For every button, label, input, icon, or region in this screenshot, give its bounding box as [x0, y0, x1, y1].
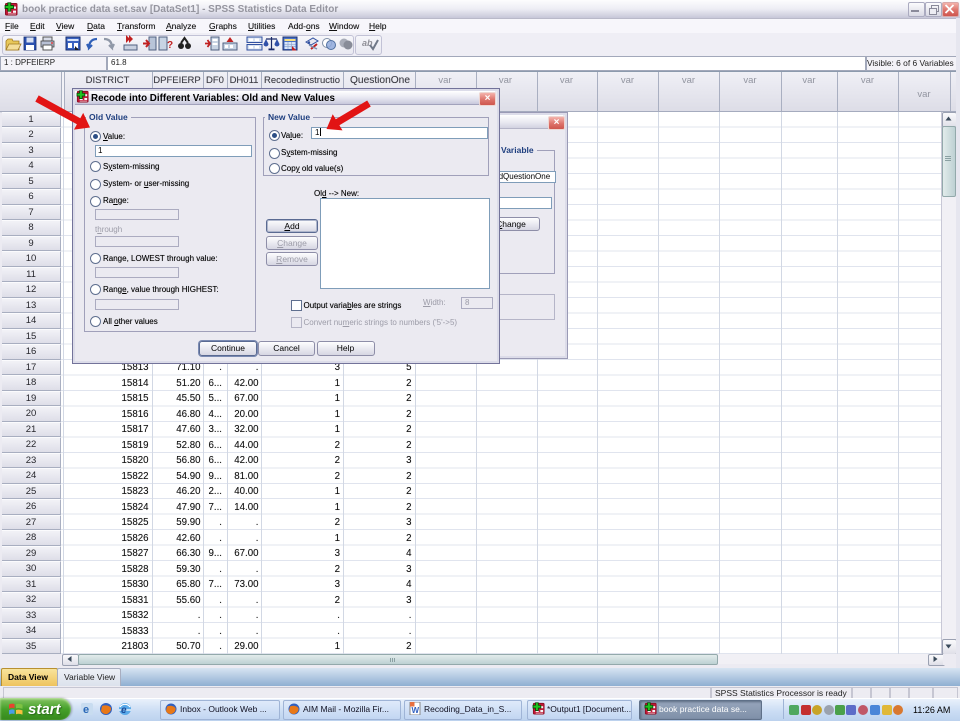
svg-text:e: e	[83, 704, 89, 716]
svg-text:W: W	[412, 706, 420, 715]
svg-text:e: e	[121, 705, 127, 716]
